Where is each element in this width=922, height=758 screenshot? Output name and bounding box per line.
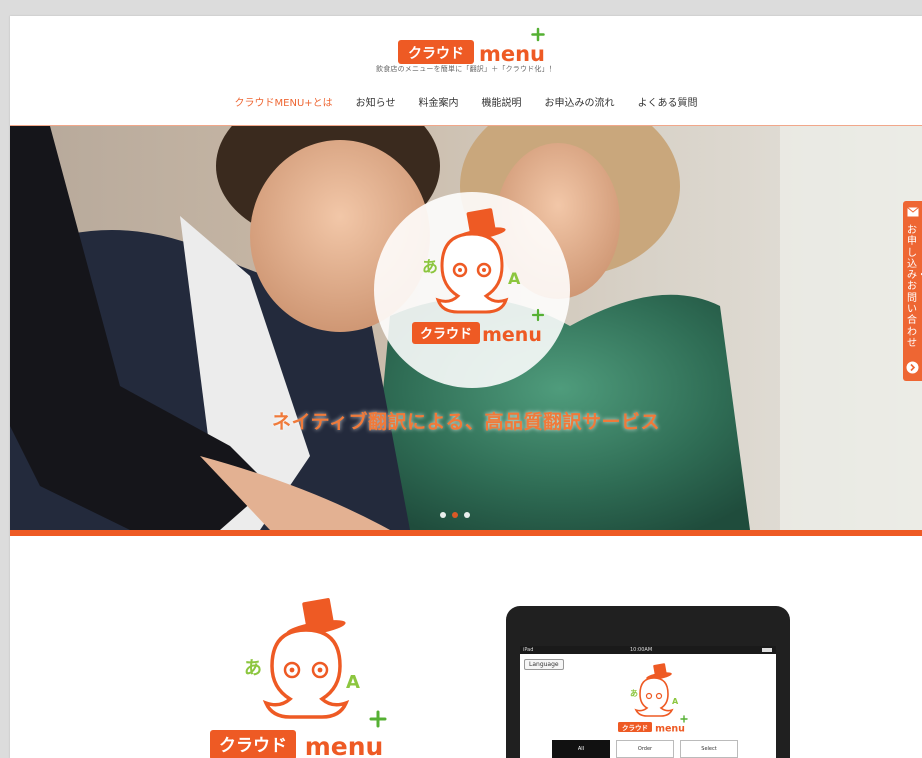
ipad-tab-order[interactable]: Order	[616, 740, 674, 758]
hero-mascot-logo: あ A クラウド menu	[412, 208, 545, 346]
ipad-status-left: iPad	[523, 647, 534, 653]
hero-title: ネイティブ翻訳による、高品質翻訳サービス	[272, 411, 660, 433]
svg-text:あ: あ	[630, 689, 638, 698]
hero-bottom-bar	[10, 530, 922, 536]
ipad-mockup: iPad 10:00AM Language あ A クラウド menu All	[506, 606, 790, 758]
ipad-status-time: 10:00AM	[630, 647, 653, 653]
ipad-status-bar: iPad 10:00AM	[520, 646, 776, 654]
svg-text:クラウド: クラウド	[420, 327, 472, 342]
svg-text:あ: あ	[244, 658, 262, 679]
lower-mascot-logo: あ A クラウド menu	[210, 598, 387, 758]
svg-text:A: A	[672, 697, 679, 706]
nav-item-features[interactable]: 機能説明	[481, 94, 521, 114]
battery-icon	[762, 648, 772, 652]
nav-item-pricing[interactable]: 料金案内	[418, 94, 458, 114]
logo-kana: クラウド	[408, 46, 464, 62]
envelope-icon	[907, 207, 919, 217]
slider-dot-2[interactable]	[452, 512, 458, 518]
ipad-screen: iPad 10:00AM Language あ A クラウド menu All	[520, 646, 776, 758]
contact-side-tab-label: お申し込み・お問い合わせ	[907, 225, 922, 349]
nav-item-news[interactable]: お知らせ	[356, 94, 396, 114]
svg-text:A: A	[508, 269, 521, 288]
arrow-right-circle-icon	[906, 361, 919, 374]
svg-text:クラウド: クラウド	[622, 723, 648, 732]
slider-dot-3[interactable]	[464, 512, 470, 518]
svg-text:menu: menu	[655, 724, 685, 735]
svg-text:A: A	[346, 672, 360, 693]
nav-item-application-flow[interactable]: お申込みの流れ	[544, 94, 614, 114]
ipad-mascot-logo: あ A クラウド menu	[618, 663, 688, 735]
svg-text:menu: menu	[305, 732, 384, 758]
nav-item-faq[interactable]: よくある質問	[637, 94, 697, 114]
slider-dot-1[interactable]	[440, 512, 446, 518]
language-button[interactable]: Language	[524, 659, 564, 670]
hero-slider[interactable]: あ A クラウド menu ネイティブ翻訳による、高品質翻訳サービス	[10, 126, 922, 530]
ipad-tabs: All Order Select	[552, 740, 738, 758]
svg-text:あ: あ	[422, 257, 438, 276]
nav-item-about[interactable]: クラウドMENU+とは	[235, 94, 333, 114]
logo-tagline: 飲食店のメニューを簡単に「翻訳」＋「クラウド化」！	[376, 65, 556, 73]
svg-text:menu: menu	[482, 324, 542, 346]
main-nav: クラウドMENU+とは お知らせ 料金案内 機能説明 お申込みの流れ よくある質…	[10, 94, 922, 114]
logo-latin: menu	[479, 42, 545, 66]
slider-dots	[440, 512, 470, 518]
ipad-tab-all[interactable]: All	[552, 740, 610, 758]
contact-side-tab[interactable]: お申し込み・お問い合わせ	[903, 201, 922, 381]
ipad-tab-select[interactable]: Select	[680, 740, 738, 758]
svg-text:クラウド: クラウド	[219, 736, 287, 756]
page: クラウド menu 飲食店のメニューを簡単に「翻訳」＋「クラウド化」！ クラウド…	[10, 16, 922, 758]
